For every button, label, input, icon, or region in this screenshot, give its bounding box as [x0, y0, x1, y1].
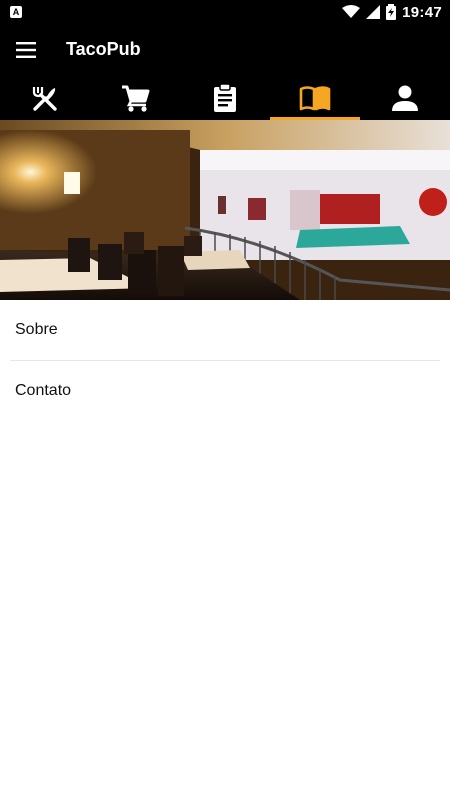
tab-cart[interactable]: [90, 76, 180, 120]
wifi-icon: [342, 5, 361, 18]
book-icon: [299, 86, 331, 111]
list-item-sobre[interactable]: Sobre: [0, 300, 450, 360]
restaurant-photo: [0, 120, 450, 300]
cart-icon: [122, 85, 150, 112]
signal-icon: [366, 5, 381, 19]
tab-bar: [0, 76, 450, 120]
info-menu-list: Sobre Contato: [0, 300, 450, 421]
person-icon: [392, 85, 418, 111]
tab-profile[interactable]: [360, 76, 450, 120]
notification-icon: A: [10, 6, 22, 18]
app-title: TacoPub: [66, 39, 141, 59]
menu-icon[interactable]: [16, 41, 36, 59]
app-bar: TacoPub: [0, 24, 450, 76]
utensils-icon: [32, 87, 57, 111]
clipboard-icon: [214, 83, 236, 112]
tab-orders[interactable]: [180, 76, 270, 120]
status-time: 19:47: [402, 3, 442, 21]
status-icons: 19:47: [342, 2, 442, 22]
tab-menu[interactable]: [0, 76, 90, 120]
battery-charging-icon: [386, 4, 397, 20]
tab-info[interactable]: [270, 76, 360, 120]
status-bar: A 19:47: [0, 0, 450, 24]
list-item-contato[interactable]: Contato: [0, 361, 450, 421]
